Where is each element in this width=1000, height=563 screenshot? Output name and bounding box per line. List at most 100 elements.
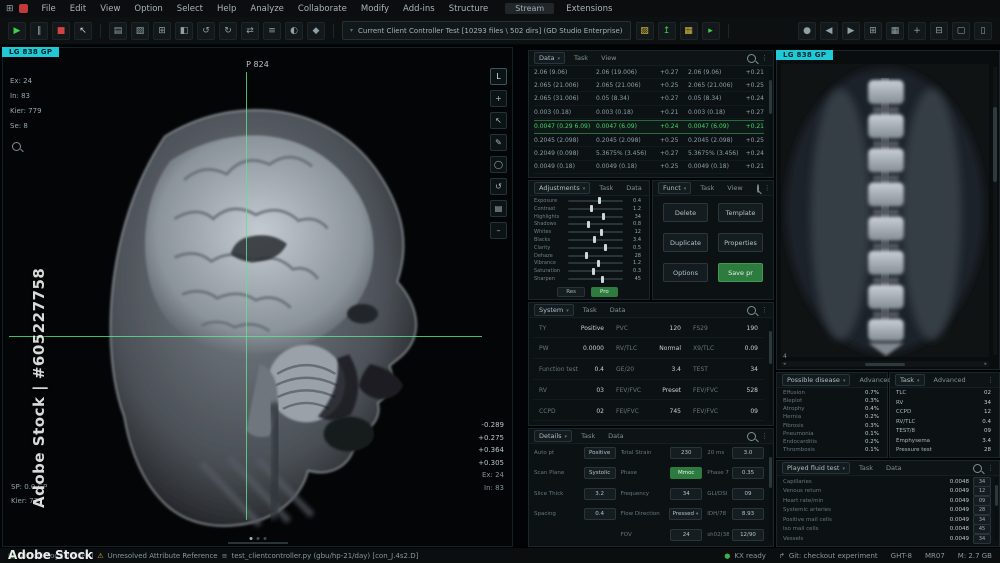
list-item[interactable]: Heart rate/min 0.0049 09	[783, 495, 991, 506]
field-value-chip[interactable]: 12/90	[732, 528, 764, 541]
slider-handle[interactable]	[592, 236, 596, 244]
table-row[interactable]: 2.06 (9.06) 2.06 (19.006) +0.27 2.06 (9.06)…	[534, 66, 764, 79]
stop-icon[interactable]: ■	[52, 21, 70, 40]
menu-dots-icon[interactable]: ⋮	[761, 54, 768, 62]
scroll-left-icon[interactable]: ◂	[783, 361, 786, 367]
pause-icon[interactable]: ∥	[30, 21, 48, 40]
res-button[interactable]: Res	[557, 287, 586, 297]
fluid-panel-scrollbar[interactable]	[995, 477, 998, 542]
list-item[interactable]: Effusion 0.7%	[783, 389, 879, 397]
tab-possible-disease[interactable]: Possible disease	[782, 374, 851, 386]
field-value-chip[interactable]: 3.2	[583, 487, 616, 500]
menu-item-modify[interactable]: Modify	[354, 4, 396, 14]
status-file[interactable]: ≡ test_clientcontroller.py (gbu/hp-21/day…	[222, 552, 419, 560]
slider-track[interactable]	[568, 205, 623, 213]
field-value-chip[interactable]: Pressed	[668, 508, 703, 520]
folder-icon[interactable]: ▨	[131, 21, 149, 40]
tab-data[interactable]: Data	[604, 431, 628, 441]
export-icon[interactable]: ↥	[657, 21, 676, 40]
list-item[interactable]: Pneumonia 0.1%	[783, 430, 879, 438]
database-icon[interactable]: ▦	[679, 21, 698, 40]
layers-tool[interactable]: ▤	[490, 200, 507, 217]
viewer-pagination[interactable]	[249, 537, 266, 540]
list-item[interactable]: Emphysema 3.4	[896, 437, 991, 445]
next-icon[interactable]: ▶	[842, 21, 860, 40]
list-item[interactable]: RV/TLC 0.4	[896, 418, 991, 426]
contrast-icon[interactable]: ◐	[285, 21, 303, 40]
viewer-tag[interactable]: LG 838 GP	[2, 47, 60, 57]
delete-button[interactable]: Delete	[663, 203, 708, 222]
spine-horizontal-scrollbar[interactable]: ◂ ▸	[781, 361, 989, 367]
run-icon[interactable]: ▸	[701, 21, 720, 40]
tab-view[interactable]: View	[597, 53, 620, 63]
tab-data[interactable]: Data	[882, 463, 906, 473]
status-ready[interactable]: ● KX ready	[724, 552, 766, 560]
tab-advanced[interactable]: Advanced	[930, 375, 970, 385]
grid2-icon[interactable]: ⊞	[864, 21, 882, 40]
slider-track[interactable]	[568, 267, 623, 275]
slider-track[interactable]	[568, 259, 623, 267]
list-item[interactable]: Bleplot 0.3%	[783, 397, 879, 405]
status-warning[interactable]: ⚠ Unresolved Attribute Reference	[97, 552, 217, 560]
tab-system[interactable]: System	[534, 304, 574, 316]
list-item[interactable]: Iso mail cells 0.0048 45	[783, 524, 991, 534]
list-icon[interactable]: ≡	[263, 21, 281, 40]
tab-task[interactable]: Task	[577, 431, 599, 441]
table-row[interactable]: 0.2049 (0.098) 5.3675% (3.456) +0.27 5.3675…	[534, 148, 764, 161]
list-item[interactable]: Endocarditis 0.2%	[783, 438, 879, 446]
properties-button[interactable]: Properties	[718, 233, 763, 252]
table-row[interactable]: 0.0047 (0.29 6.09) 0.0047 (6.09) +0.24 0.00…	[534, 119, 764, 134]
cursor-tool[interactable]: ↖	[490, 112, 507, 129]
slider-handle[interactable]	[601, 275, 604, 283]
duplicate-button[interactable]: Duplicate	[663, 233, 708, 252]
slider-handle[interactable]	[590, 205, 593, 213]
menu-item-edit[interactable]: Edit	[63, 4, 93, 14]
search-icon[interactable]	[747, 305, 756, 315]
list-item[interactable]: Systemic arteries 0.0049 28	[783, 505, 991, 515]
save-icon[interactable]: ▤	[109, 21, 127, 40]
system-panel-scrollbar[interactable]	[769, 319, 772, 421]
frame-icon[interactable]: ▢	[952, 21, 970, 40]
slider-track[interactable]	[568, 213, 623, 221]
list-item[interactable]: TEST/8 09	[896, 427, 991, 435]
diamond-icon[interactable]: ◆	[307, 21, 325, 40]
tab-task[interactable]: Task	[855, 463, 877, 473]
layout-icon[interactable]: ◧	[175, 21, 193, 40]
viewer-scrollbar[interactable]	[227, 542, 288, 544]
menu-item-add-ins[interactable]: Add-ins	[396, 4, 442, 14]
tab-data[interactable]: Data	[606, 305, 630, 315]
pro-button[interactable]: Pro	[591, 287, 618, 297]
menu-dots-icon[interactable]: ⋮	[761, 306, 768, 314]
undo-tool[interactable]: ↺	[490, 178, 507, 195]
slider-handle[interactable]	[592, 267, 596, 275]
table-icon[interactable]: ▦	[886, 21, 904, 40]
search-icon[interactable]	[747, 431, 756, 441]
save-pr-button[interactable]: Save pr	[718, 263, 763, 282]
field-value-chip[interactable]: Positive	[583, 446, 616, 459]
zoom-in-tool[interactable]: +	[490, 90, 507, 107]
tab-view[interactable]: View	[723, 183, 746, 193]
table-row[interactable]: 0.003 (0.18) 0.003 (0.18) +0.21 0.003 (0.18…	[534, 106, 764, 120]
list-item[interactable]: Fibrosis 0.3%	[783, 422, 879, 430]
page-dot[interactable]	[249, 537, 252, 540]
menu-extensions[interactable]: Extensions	[566, 4, 612, 14]
search-icon[interactable]	[973, 463, 982, 473]
list-item[interactable]: Pressure test 28	[896, 446, 991, 454]
table-row[interactable]: 0.0049 (0.18) 0.0049 (0.18) +0.25 0.0049 (0…	[534, 161, 764, 174]
field-value-chip[interactable]: 34	[670, 487, 703, 500]
slider-track[interactable]	[568, 228, 623, 236]
details-panel-scrollbar[interactable]	[769, 445, 772, 542]
slider-handle[interactable]	[604, 244, 608, 252]
slider-track[interactable]	[568, 197, 623, 205]
tab-adjustments[interactable]: Adjustments	[534, 182, 591, 194]
list-item[interactable]: Venous return 0.0049 12	[783, 486, 991, 496]
spine-vertical-scrollbar[interactable]	[993, 67, 997, 355]
grid-icon[interactable]: ⊞	[153, 21, 171, 40]
slider-handle[interactable]	[599, 228, 603, 236]
slider-track[interactable]	[568, 220, 623, 228]
client-controller-dropdown[interactable]: ▾ Current Client Controller Test [10293 …	[342, 21, 631, 40]
add-icon[interactable]: +	[908, 21, 926, 40]
tab-funct[interactable]: Funct	[658, 182, 692, 194]
swap-icon[interactable]: ⇄	[241, 21, 259, 40]
table-row[interactable]: 2.065 (21.006) 2.065 (21.006) +0.25 2.065 (…	[534, 79, 764, 93]
